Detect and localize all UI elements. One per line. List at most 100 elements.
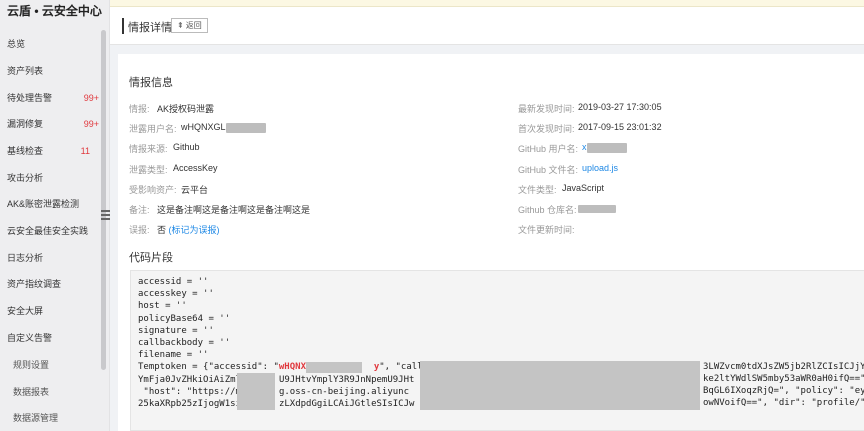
redacted-block [306, 362, 362, 373]
github-user-label: GitHub 用户名: [518, 144, 579, 154]
code-tail: 3LWZvcm0tdXJsZW5jb2RlZCIsICJjY [703, 362, 864, 372]
sidebar-item-label: 待处理告警 [7, 93, 53, 103]
sidebar-item-label: AK&账密泄露检测 [7, 199, 80, 209]
code-text: g.oss-cn-beijing.aliyunc [278, 386, 409, 397]
sidebar-item-baseline[interactable]: 基线检查 11 [0, 138, 100, 164]
sidebar-subitem-reports[interactable]: 数据报表 [0, 379, 100, 405]
file-type-label: 文件类型: [518, 185, 557, 195]
title-accent [122, 18, 124, 34]
sidebar-item-label: 攻击分析 [7, 173, 44, 183]
sidebar-item-label: 漏洞修复 [7, 119, 44, 129]
baseline-badge: 11 [80, 146, 90, 156]
back-arrow-icon: ⇞ [177, 21, 184, 30]
sidebar-item-big-screen[interactable]: 安全大屏 [0, 298, 100, 324]
sidebar-item-label: 资产列表 [7, 66, 44, 76]
sidebar-item-label: 规则设置 [13, 360, 50, 370]
file-updated-label: 文件更新时间: [518, 225, 575, 235]
code-section-title: 代码片段 [129, 252, 173, 264]
code-line: callbackbody = '' [138, 338, 231, 349]
sidebar-item-overview[interactable]: 总览 [0, 31, 100, 57]
source-label: 情报来源: [129, 144, 168, 154]
leak-user-value: wHQNXGL [181, 122, 266, 133]
sidebar-item-log-analysis[interactable]: 日志分析 [0, 245, 100, 271]
code-text: zLXdpdGgiLCAiJGtleSIsICJw [278, 399, 415, 410]
sidebar-item-vulnerabilities[interactable]: 漏洞修复 99+ [0, 111, 100, 137]
vulnerabilities-badge: 99+ [83, 119, 99, 129]
sidebar-item-fingerprint[interactable]: 资产指纹调查 [0, 271, 100, 297]
code-text: U9JHtvYmplY3R9JnNpemU9JHt [278, 374, 415, 385]
affected-asset-value: 云平台 [181, 185, 209, 195]
code-snippet: accessid = '' accesskey = '' host = '' p… [130, 270, 864, 431]
leak-type-label: 泄露类型: [129, 165, 168, 175]
sidebar-item-label: 数据源管理 [13, 413, 59, 423]
github-file-link[interactable]: upload.js [582, 163, 618, 173]
page-title: 情报详情 [128, 22, 172, 34]
latest-found-value: 2019-03-27 17:30:05 [578, 102, 662, 112]
code-line: policyBase64 = '' [138, 313, 231, 324]
code-text: YmFja0JvZHkiOiAiZml [138, 374, 241, 385]
github-repo-label: Github 仓库名: [518, 205, 577, 215]
file-type-value: JavaScript [562, 183, 605, 193]
brand-title: 云盾 • 云安全中心 [7, 4, 102, 18]
sidebar-item-custom-alert[interactable]: 自定义告警 [0, 325, 100, 351]
affected-asset-label: 受影响资产: [129, 185, 177, 195]
detail-panel: 情报信息 情报: AK授权码泄露 泄露用户名: wHQNXGL 情报来源: Gi… [118, 54, 864, 431]
sidebar-item-alerts[interactable]: 待处理告警 99+ [0, 85, 100, 111]
code-text: Temptoken = {"accessid": " [138, 362, 279, 373]
code-line: signature = '' [138, 325, 214, 336]
false-positive-value: 否 (标记为误报) [157, 223, 220, 236]
code-line: accessid = '' [138, 277, 209, 287]
sidebar-item-label: 资产指纹调查 [7, 279, 62, 289]
first-found-label: 首次发现时间: [518, 124, 575, 134]
sidebar-item-ak-leak[interactable]: AK&账密泄露检测 [0, 191, 100, 217]
remark-value: 这是备注啊这是备注啊这是备注啊这是 [157, 205, 311, 215]
collapse-menu-icon[interactable] [101, 210, 110, 221]
info-section-title: 情报信息 [129, 77, 173, 89]
leak-user-text: wHQNXGL [181, 122, 226, 132]
false-positive-label: 误报: [129, 225, 150, 235]
sidebar-subitem-rules[interactable]: 规则设置 [0, 352, 100, 378]
code-line: host = '' [138, 301, 187, 312]
github-repo-value [578, 203, 616, 213]
redacted-block [225, 122, 266, 133]
intel-label: 情报: [129, 104, 150, 114]
back-button-label: 返回 [185, 21, 202, 30]
code-text: 25kaXRpb25zIjogW1si [138, 399, 241, 410]
page-header: 情报详情 ⇞ 返回 [110, 7, 864, 45]
remark-label: 备注: [129, 205, 150, 215]
latest-found-label: 最新发现时间: [518, 104, 575, 114]
sidebar-item-assets[interactable]: 资产列表 [0, 58, 100, 84]
source-value: Github [173, 142, 200, 152]
github-file-label: GitHub 文件名: [518, 165, 579, 175]
github-user-value: x [582, 142, 627, 153]
sidebar-item-label: 日志分析 [7, 253, 44, 263]
sidebar-item-label: 云安全最佳安全实践 [7, 226, 89, 236]
sidebar-item-attack-analysis[interactable]: 攻击分析 [0, 165, 100, 191]
sidebar-item-label: 自定义告警 [7, 333, 53, 343]
notice-strip [110, 0, 864, 7]
code-tail: BqGL6IXoqzRjQ=", "policy": "ey [703, 386, 864, 396]
redacted-block [237, 373, 275, 410]
github-user-link[interactable]: x [582, 142, 587, 152]
intel-value: AK授权码泄露 [157, 104, 215, 114]
sidebar-item-label: 基线检查 [7, 146, 44, 156]
sidebar-item-best-practice[interactable]: 云安全最佳安全实践 [0, 218, 100, 244]
code-line: accesskey = '' [138, 289, 214, 300]
false-positive-text: 否 [157, 225, 167, 235]
redacted-block [578, 204, 616, 213]
sidebar-item-label: 总览 [7, 39, 26, 49]
first-found-value: 2017-09-15 23:01:32 [578, 122, 662, 132]
sidebar-item-label: 安全大屏 [7, 306, 44, 316]
leak-user-label: 泄露用户名: [129, 124, 177, 134]
mark-false-positive-link[interactable]: (标记为误报) [169, 225, 220, 235]
leak-type-value: AccessKey [173, 163, 218, 173]
sidebar-subitem-datasource[interactable]: 数据源管理 [0, 405, 100, 431]
alerts-badge: 99+ [83, 93, 99, 103]
code-text: "host": "https://m [138, 386, 241, 397]
back-button[interactable]: ⇞ 返回 [171, 18, 208, 33]
sidebar-scrollbar[interactable] [101, 30, 106, 370]
redacted-block [586, 142, 627, 153]
code-tail: ke2ltYWdlSW5mby53aWR0aH0ifQ==" [703, 374, 864, 384]
redacted-block [420, 361, 700, 410]
sidebar-item-label: 数据报表 [13, 387, 50, 397]
